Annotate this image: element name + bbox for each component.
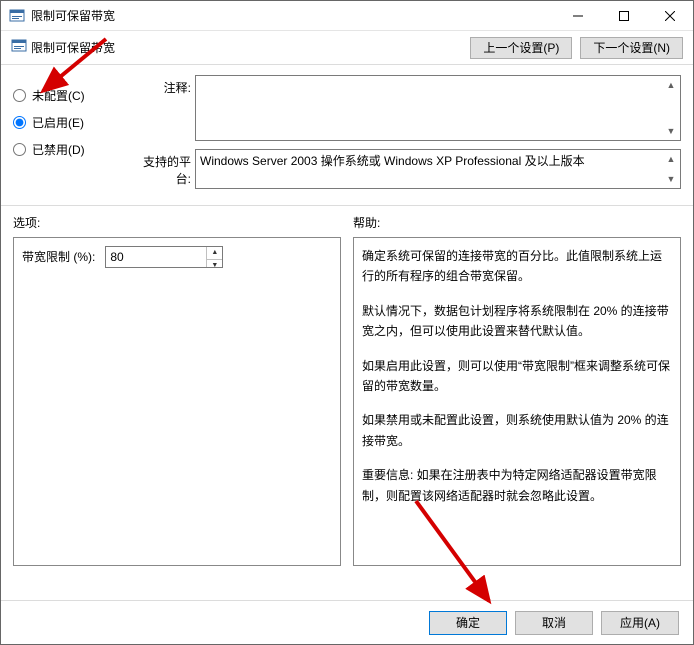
spinner-up-icon[interactable]: ▲ — [207, 247, 222, 260]
title-bar: 限制可保留带宽 — [1, 1, 693, 31]
scroll-up-icon[interactable]: ▲ — [663, 151, 679, 167]
cancel-button[interactable]: 取消 — [515, 611, 593, 635]
comment-input[interactable]: ▲ ▼ — [195, 75, 681, 141]
options-panel: 带宽限制 (%): ▲ ▼ — [13, 237, 341, 566]
radio-disabled[interactable]: 已禁用(D) — [13, 141, 123, 158]
window-title: 限制可保留带宽 — [31, 7, 555, 24]
help-label: 帮助: — [353, 214, 681, 231]
app-icon — [9, 8, 25, 24]
radio-disabled-label: 已禁用(D) — [32, 141, 85, 158]
state-radio-group: 未配置(C) 已启用(E) 已禁用(D) — [13, 75, 123, 197]
prev-setting-button[interactable]: 上一个设置(P) — [470, 37, 572, 59]
platform-value: Windows Server 2003 操作系统或 Windows XP Pro… — [200, 154, 585, 168]
close-button[interactable] — [647, 1, 693, 31]
radio-not-configured[interactable]: 未配置(C) — [13, 87, 123, 104]
platform-box: Windows Server 2003 操作系统或 Windows XP Pro… — [195, 149, 681, 189]
options-label: 选项: — [13, 214, 341, 231]
platform-label: 支持的平台: — [135, 149, 195, 187]
apply-button[interactable]: 应用(A) — [601, 611, 679, 635]
radio-not-configured-input[interactable] — [13, 89, 26, 102]
scroll-down-icon[interactable]: ▼ — [663, 171, 679, 187]
bandwidth-limit-label: 带宽限制 (%): — [22, 247, 95, 267]
maximize-button[interactable] — [601, 1, 647, 31]
comment-scrollbar[interactable]: ▲ ▼ — [663, 77, 679, 139]
scroll-up-icon[interactable]: ▲ — [663, 77, 679, 93]
config-area: 未配置(C) 已启用(E) 已禁用(D) 注释: ▲ ▼ 支持的平台: Wind — [1, 65, 693, 206]
minimize-button[interactable] — [555, 1, 601, 31]
help-p4: 如果禁用或未配置此设置，则系统使用默认值为 20% 的连接带宽。 — [362, 410, 672, 451]
help-panel: 确定系统可保留的连接带宽的百分比。此值限制系统上运行的所有程序的组合带宽保留。 … — [353, 237, 681, 566]
comment-label: 注释: — [135, 75, 195, 96]
next-setting-button[interactable]: 下一个设置(N) — [580, 37, 683, 59]
subheader: 限制可保留带宽 上一个设置(P) 下一个设置(N) — [1, 31, 693, 65]
spinner-down-icon[interactable]: ▼ — [207, 260, 222, 272]
radio-enabled[interactable]: 已启用(E) — [13, 114, 123, 131]
ok-button[interactable]: 确定 — [429, 611, 507, 635]
radio-not-configured-label: 未配置(C) — [32, 87, 85, 104]
bandwidth-limit-input[interactable] — [106, 247, 206, 267]
radio-enabled-input[interactable] — [13, 116, 26, 129]
radio-disabled-input[interactable] — [13, 143, 26, 156]
help-p3: 如果启用此设置，则可以使用“带宽限制”框来调整系统可保留的带宽数量。 — [362, 356, 672, 397]
scroll-down-icon[interactable]: ▼ — [663, 123, 679, 139]
help-p5: 重要信息: 如果在注册表中为特定网络适配器设置带宽限制，则配置该网络适配器时就会… — [362, 465, 672, 506]
help-p2: 默认情况下，数据包计划程序将系统限制在 20% 的连接带宽之内，但可以使用此设置… — [362, 301, 672, 342]
help-p1: 确定系统可保留的连接带宽的百分比。此值限制系统上运行的所有程序的组合带宽保留。 — [362, 246, 672, 287]
policy-icon — [11, 38, 27, 57]
subheader-title: 限制可保留带宽 — [31, 39, 115, 56]
dialog-buttons: 确定 取消 应用(A) — [1, 600, 693, 644]
radio-enabled-label: 已启用(E) — [32, 114, 84, 131]
platform-scrollbar[interactable]: ▲ ▼ — [663, 151, 679, 187]
bandwidth-limit-spinner[interactable]: ▲ ▼ — [105, 246, 223, 268]
lower-area: 选项: 带宽限制 (%): ▲ ▼ 帮助: 确定系统可保留的连接带宽的百分比。此… — [1, 206, 693, 566]
